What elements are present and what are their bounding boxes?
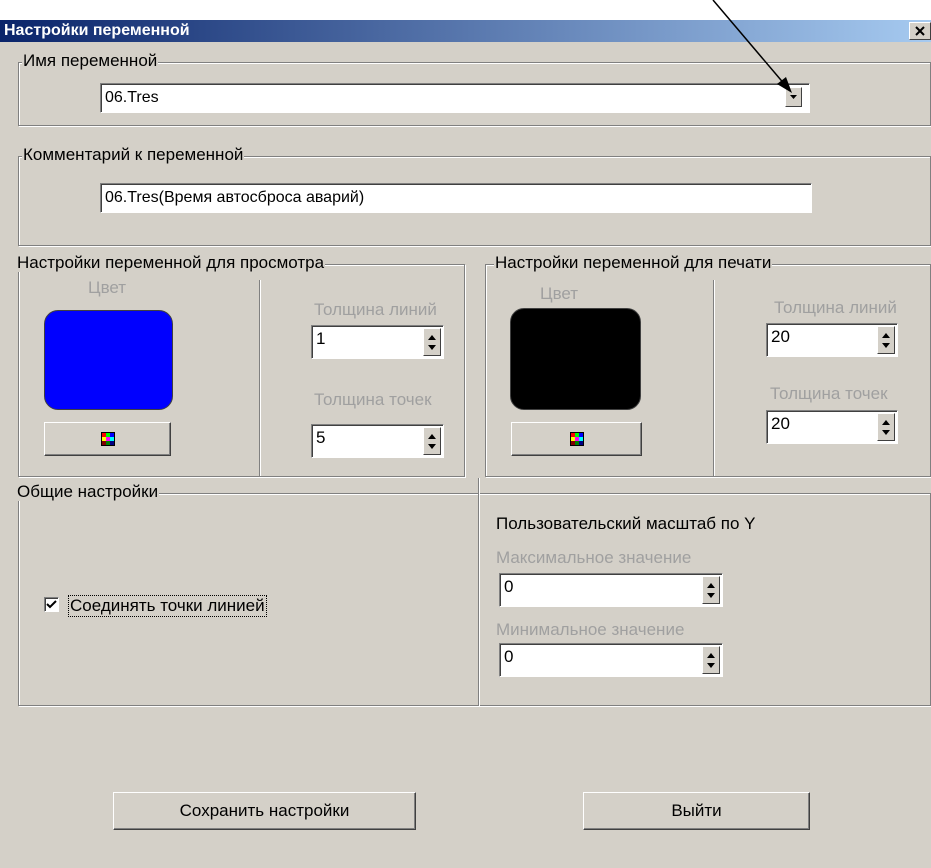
general-settings-legend: Общие настройки: [16, 482, 160, 501]
view-color-swatch: [44, 310, 173, 410]
print-settings-legend: Настройки переменной для печати: [494, 253, 773, 272]
print-point-width-label: Толщина точек: [770, 384, 888, 403]
settings-dialog: Настройки переменной Имя переменной 06.T…: [0, 20, 931, 868]
max-value-value: 0: [504, 577, 514, 596]
general-divider: [478, 478, 479, 706]
print-point-width-value: 20: [771, 414, 790, 433]
close-button[interactable]: [909, 22, 931, 40]
variable-name-legend: Имя переменной: [22, 51, 159, 70]
spin-arrows-icon[interactable]: [877, 326, 895, 354]
print-color-label: Цвет: [540, 284, 579, 303]
custom-scale-title: Пользовательский масштаб по Y: [496, 514, 756, 533]
view-point-width-value: 5: [316, 428, 326, 447]
view-point-width-label: Толщина точек: [314, 390, 432, 409]
close-icon: [915, 26, 925, 36]
spin-arrows-icon[interactable]: [877, 413, 895, 441]
spin-arrows-icon[interactable]: [702, 646, 720, 674]
view-divider: [259, 280, 260, 476]
exit-button[interactable]: Выйти: [583, 792, 810, 830]
spin-arrows-icon[interactable]: [702, 576, 720, 604]
print-point-width-spinner[interactable]: 20: [766, 410, 898, 444]
view-color-picker-button[interactable]: [44, 422, 171, 456]
max-value-spinner[interactable]: 0: [499, 573, 723, 607]
print-color-swatch: [510, 308, 641, 410]
connect-points-checkbox[interactable]: [44, 597, 59, 612]
view-line-width-label: Толщина линий: [314, 300, 437, 319]
min-value-value: 0: [504, 647, 514, 666]
variable-name-combobox[interactable]: 06.Tres: [100, 83, 810, 113]
comment-input[interactable]: 06.Tres(Время автосброса аварий): [100, 183, 812, 213]
view-line-width-value: 1: [316, 329, 326, 348]
print-line-width-label: Толщина линий: [774, 298, 897, 317]
window-title: Настройки переменной: [4, 22, 190, 39]
title-bar: Настройки переменной: [0, 20, 931, 42]
min-value-label: Минимальное значение: [496, 620, 685, 639]
view-settings-legend: Настройки переменной для просмотра: [16, 253, 326, 272]
color-palette-icon: [100, 432, 115, 446]
chevron-down-icon: [790, 95, 797, 99]
variable-name-value: 06.Tres: [105, 89, 159, 106]
spin-arrows-icon[interactable]: [423, 328, 441, 356]
color-palette-icon: [569, 432, 584, 446]
spin-arrows-icon[interactable]: [423, 427, 441, 455]
print-divider: [713, 280, 714, 476]
comment-legend: Комментарий к переменной: [22, 145, 245, 164]
print-line-width-spinner[interactable]: 20: [766, 323, 898, 357]
print-line-width-value: 20: [771, 327, 790, 346]
max-value-label: Максимальное значение: [496, 548, 692, 567]
print-color-picker-button[interactable]: [511, 422, 642, 456]
view-line-width-spinner[interactable]: 1: [311, 325, 444, 359]
checkmark-icon: [46, 600, 57, 609]
variable-dropdown-button[interactable]: [785, 87, 802, 107]
save-settings-button[interactable]: Сохранить настройки: [113, 792, 416, 830]
min-value-spinner[interactable]: 0: [499, 643, 723, 677]
view-point-width-spinner[interactable]: 5: [311, 424, 444, 458]
connect-points-label[interactable]: Соединять точки линией: [68, 595, 267, 617]
comment-value: 06.Tres(Время автосброса аварий): [105, 189, 365, 206]
view-color-label: Цвет: [88, 278, 127, 297]
